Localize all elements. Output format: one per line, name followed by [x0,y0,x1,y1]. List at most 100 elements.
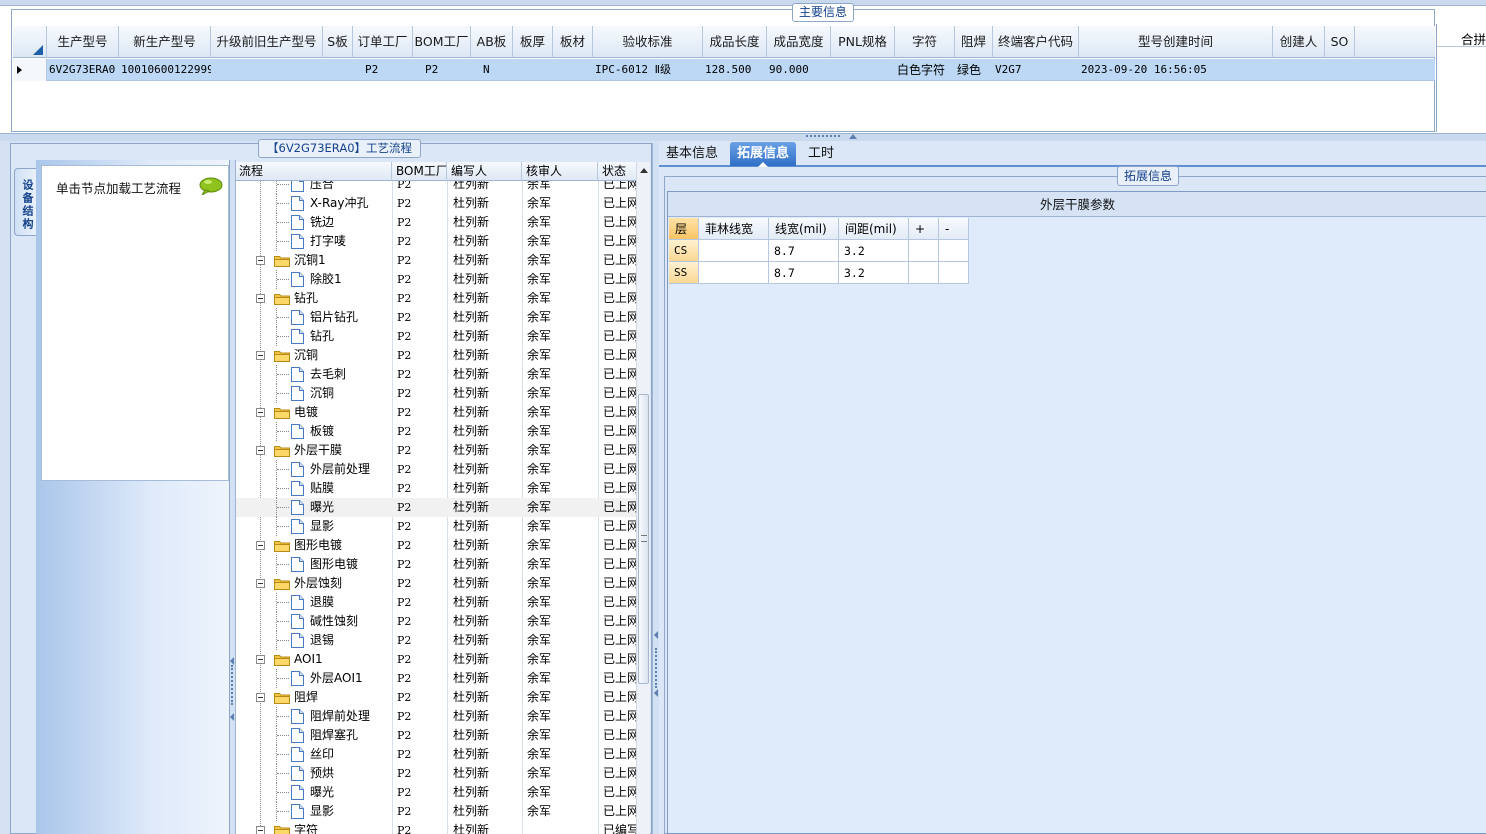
cell-length[interactable]: 128.500 [703,59,767,81]
collapse-toggle-icon[interactable] [256,446,265,455]
param-table[interactable]: 层 CS SS 菲林线宽 线宽(mil) 8.7 8.7 间距(mil) 3.2 3.2 + - [669,218,969,284]
tree-node-label[interactable]: 阻焊 [294,688,318,707]
tree-scrollbar[interactable] [636,162,650,834]
grid-corner-icon[interactable] [13,26,47,58]
tree-node-label[interactable]: 去毛刺 [310,365,346,384]
cell-char[interactable]: 白色字符 [895,59,955,81]
tree-row[interactable]: X-Ray冲孔 P2 杜列新 余军 已上网 [236,194,636,213]
tree-row[interactable]: 钻孔 P2 杜列新 余军 已上网 [236,327,636,346]
cell-creator[interactable] [1273,59,1325,81]
col-bom-factory[interactable]: BOM工厂 [413,26,471,58]
tree-row[interactable]: 曝光 P2 杜列新 余军 已上网 [236,498,636,517]
tree-node-label[interactable]: 铣边 [310,213,334,232]
tree-row[interactable]: 除胶1 P2 杜列新 余军 已上网 [236,270,636,289]
collapse-toggle-icon[interactable] [256,256,265,265]
param-cell[interactable] [909,262,939,284]
add-column-button[interactable]: + [909,218,939,240]
tree-node-label[interactable]: 曝光 [310,783,334,802]
splitter-grip-icon[interactable] [806,135,840,138]
tree-row[interactable]: 铝片钻孔 P2 杜列新 余军 已上网 [236,308,636,327]
col-length[interactable]: 成品长度 [703,26,767,58]
node-load-hint[interactable]: 单击节点加载工艺流程 [56,178,181,197]
collapse-toggle-icon[interactable] [256,294,265,303]
cell-so[interactable] [1325,59,1355,81]
cell-model[interactable]: 6V2G73ERA0 [47,59,119,81]
cell-width[interactable]: 90.000 [767,59,831,81]
tree-row[interactable]: 打字唛 P2 杜列新 余军 已上网 [236,232,636,251]
tree-node-label[interactable]: X-Ray冲孔 [310,194,368,213]
cell-thickness[interactable] [513,59,553,81]
tree-node-label[interactable]: 外层AOI1 [310,669,363,688]
param-cell[interactable]: 8.7 [769,240,839,262]
tree-node-label[interactable]: 铝片钻孔 [310,308,358,327]
col-reviewer[interactable]: 核审人 [523,162,598,181]
model-grid-row[interactable]: 6V2G73ERA0 10010600122999 P2 P2 N IPC-6012 Ⅱ级… [13,59,1435,81]
tree-node-label[interactable]: 阻焊前处理 [310,707,370,726]
remove-column-button[interactable]: - [939,218,969,240]
node-box[interactable]: 单击节点加载工艺流程 [41,165,229,481]
col-width[interactable]: 成品宽度 [767,26,831,58]
collapse-toggle-icon[interactable] [256,579,265,588]
param-cell[interactable]: 3.2 [839,262,909,284]
tree-node-label[interactable]: 退膜 [310,593,334,612]
tree-node-label[interactable]: 显影 [310,517,334,536]
tree-node-label[interactable]: 打字唛 [310,232,346,251]
tree-row[interactable]: 沉铜 P2 杜列新 余军 已上网 [236,384,636,403]
tree-row[interactable]: 铣边 P2 杜列新 余军 已上网 [236,213,636,232]
col-s-board[interactable]: S板 [323,26,353,58]
collapse-up-icon[interactable] [849,134,857,139]
tree-node-label[interactable]: 外层蚀刻 [294,574,342,593]
tree-node-label[interactable]: 阻焊塞孔 [310,726,358,745]
tree-node-label[interactable]: 碱性蚀刻 [310,612,358,631]
scroll-up-icon[interactable] [640,168,648,173]
col-creator[interactable]: 创建人 [1273,26,1325,58]
collapse-toggle-icon[interactable] [256,408,265,417]
row-selector-icon[interactable] [13,59,47,81]
col-pnl[interactable]: PNL规格 [831,26,895,58]
cell-pnl[interactable] [831,59,895,81]
tree-node-label[interactable]: 图形电镀 [294,536,342,555]
tree-row[interactable]: 丝印 P2 杜列新 余军 已上网 [236,745,636,764]
tree-row[interactable]: 外层前处理 P2 杜列新 余军 已上网 [236,460,636,479]
layer-cell[interactable]: CS [669,240,699,262]
collapse-toggle-icon[interactable] [256,655,265,664]
tree-node-label[interactable]: 除胶1 [310,270,342,289]
tree-node-label[interactable]: 沉铜 [310,384,334,403]
tree-group-row[interactable]: 沉铜1 P2 杜列新 余军 已上网 [236,251,636,270]
cell-created-time[interactable]: 2023-09-20 16:56:05 [1079,59,1273,81]
collapse-toggle-icon[interactable] [256,541,265,550]
tree-node-label[interactable]: 贴膜 [310,479,334,498]
tree-node-label[interactable]: 板镀 [310,422,334,441]
param-cell[interactable]: 8.7 [769,262,839,284]
middle-splitter[interactable] [652,143,659,834]
cell-customer-code[interactable]: V2G7 [993,59,1079,81]
col-so[interactable]: SO [1325,26,1355,58]
tree-row[interactable]: 阻焊前处理 P2 杜列新 余军 已上网 [236,707,636,726]
cell-material[interactable] [553,59,593,81]
vertical-tab-equipment[interactable]: 设备结构 [14,168,36,236]
tree-row[interactable]: 显影 P2 杜列新 余军 已上网 [236,802,636,821]
tree-node-label[interactable]: 曝光 [310,498,334,517]
tree-row[interactable]: 预烘 P2 杜列新 余军 已上网 [236,764,636,783]
tree-row[interactable]: 阻焊塞孔 P2 杜列新 余军 已上网 [236,726,636,745]
tree-group-row[interactable]: 图形电镀 P2 杜列新 余军 已上网 [236,536,636,555]
tree-row[interactable]: 压合 P2 杜列新 余军 已上网 [236,181,636,194]
layer-cell[interactable]: SS [669,262,699,284]
tree-group-row[interactable]: 外层干膜 P2 杜列新 余军 已上网 [236,441,636,460]
collapse-toggle-icon[interactable] [256,826,265,834]
tree-node-label[interactable]: 显影 [310,802,334,821]
tree-group-row[interactable]: 电镀 P2 杜列新 余军 已上网 [236,403,636,422]
col-standard[interactable]: 验收标准 [593,26,703,58]
tree-node-label[interactable]: 外层前处理 [310,460,370,479]
tree-node-label[interactable]: AOI1 [294,650,323,669]
tree-group-row[interactable]: AOI1 P2 杜列新 余军 已上网 [236,650,636,669]
scroll-thumb[interactable] [638,394,649,684]
cell-standard[interactable]: IPC-6012 Ⅱ级 [593,59,703,81]
tree-row[interactable]: 板镀 P2 杜列新 余军 已上网 [236,422,636,441]
param-cell[interactable]: 3.2 [839,240,909,262]
param-cell[interactable] [699,240,769,262]
tree-node-label[interactable]: 字符 [294,821,318,834]
col-char[interactable]: 字符 [895,26,955,58]
cell-new-model[interactable]: 10010600122999 [119,59,211,81]
col-order-factory[interactable]: 订单工厂 [353,26,413,58]
